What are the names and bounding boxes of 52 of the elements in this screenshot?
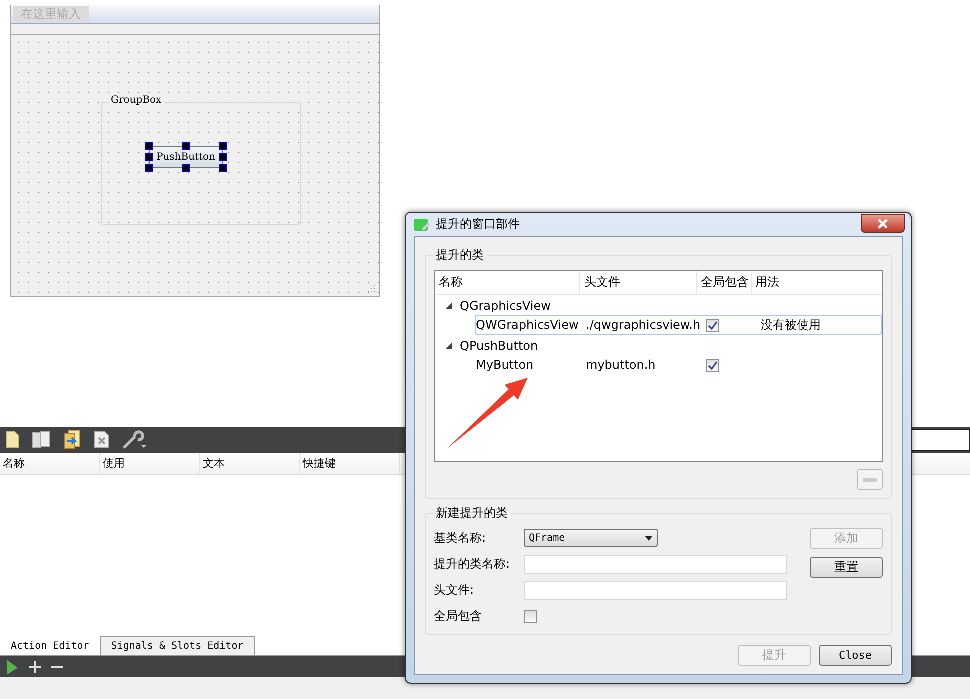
window-title: 提升的窗口部件 — [436, 216, 520, 233]
column-header[interactable]: 用法 — [752, 271, 882, 294]
group-box-title: GroupBox — [109, 95, 164, 107]
minus-icon — [863, 478, 877, 482]
base-class-dropdown[interactable]: QFrame — [524, 529, 658, 547]
resize-handle[interactable] — [182, 142, 190, 150]
dialog-button[interactable]: Close — [819, 645, 892, 666]
header-file-cell-text: ./qwgraphicsview.h — [585, 318, 702, 332]
add-icon[interactable] — [28, 660, 42, 674]
header-file-field[interactable] — [524, 580, 787, 600]
filter-field[interactable] — [910, 429, 970, 451]
tree-item[interactable]: QGraphicsView — [460, 298, 551, 312]
app-icon — [414, 218, 430, 232]
class-name-cell-text: QWGraphicsView — [476, 318, 580, 332]
header-file-cell-text: mybutton.h — [585, 358, 657, 372]
column-header[interactable]: 全局包含 — [696, 271, 752, 294]
delete-document-icon[interactable] — [94, 431, 110, 449]
field-label: 全局包含 — [434, 608, 483, 624]
run-icon[interactable] — [6, 658, 20, 674]
column-header[interactable]: 头文件 — [580, 271, 697, 294]
copy-document-icon[interactable] — [64, 430, 82, 450]
tree-row[interactable]: QWGraphicsView ./qwgraphicsview.h 没有被使用 — [475, 315, 882, 335]
checkbox[interactable] — [706, 319, 719, 332]
close-icon — [877, 218, 889, 228]
group-title: 新建提升的类 — [433, 505, 511, 521]
column-header[interactable]: 文本 — [200, 453, 300, 474]
close-button[interactable] — [861, 214, 905, 233]
dropdown-caret-icon — [645, 536, 653, 540]
usage-cell: 没有被使用 — [761, 316, 821, 334]
field-label: 头文件: — [434, 582, 476, 598]
editor-tab[interactable]: Signals & Slots Editor — [100, 636, 255, 655]
new-document-icon[interactable] — [6, 431, 20, 449]
column-header[interactable]: 名称 — [0, 453, 100, 474]
size-grip-icon[interactable] — [368, 285, 376, 293]
checkbox[interactable] — [524, 610, 537, 622]
field-label: 基类名称: — [434, 530, 488, 546]
class-name-cell-text: MyButton — [476, 358, 535, 372]
column-header[interactable]: 快捷键 — [300, 453, 400, 474]
tree-item[interactable]: QPushButton — [460, 338, 538, 352]
group-title: 提升的类 — [433, 247, 487, 263]
column-header[interactable]: 名称 — [435, 271, 580, 294]
checkbox[interactable] — [706, 359, 719, 372]
wrench-icon[interactable] — [122, 430, 148, 450]
dialog-button[interactable]: 重置 — [810, 557, 883, 578]
column-header[interactable]: 使用 — [100, 453, 200, 474]
field-label: 提升的类名称: — [434, 556, 512, 572]
tree-row[interactable]: MyButton mybutton.h — [475, 355, 882, 375]
expand-icon[interactable] — [445, 302, 453, 310]
class-name-field[interactable] — [524, 554, 787, 574]
documents-icon[interactable] — [32, 431, 52, 449]
expand-icon[interactable] — [445, 342, 453, 350]
resize-handle[interactable] — [182, 164, 190, 172]
